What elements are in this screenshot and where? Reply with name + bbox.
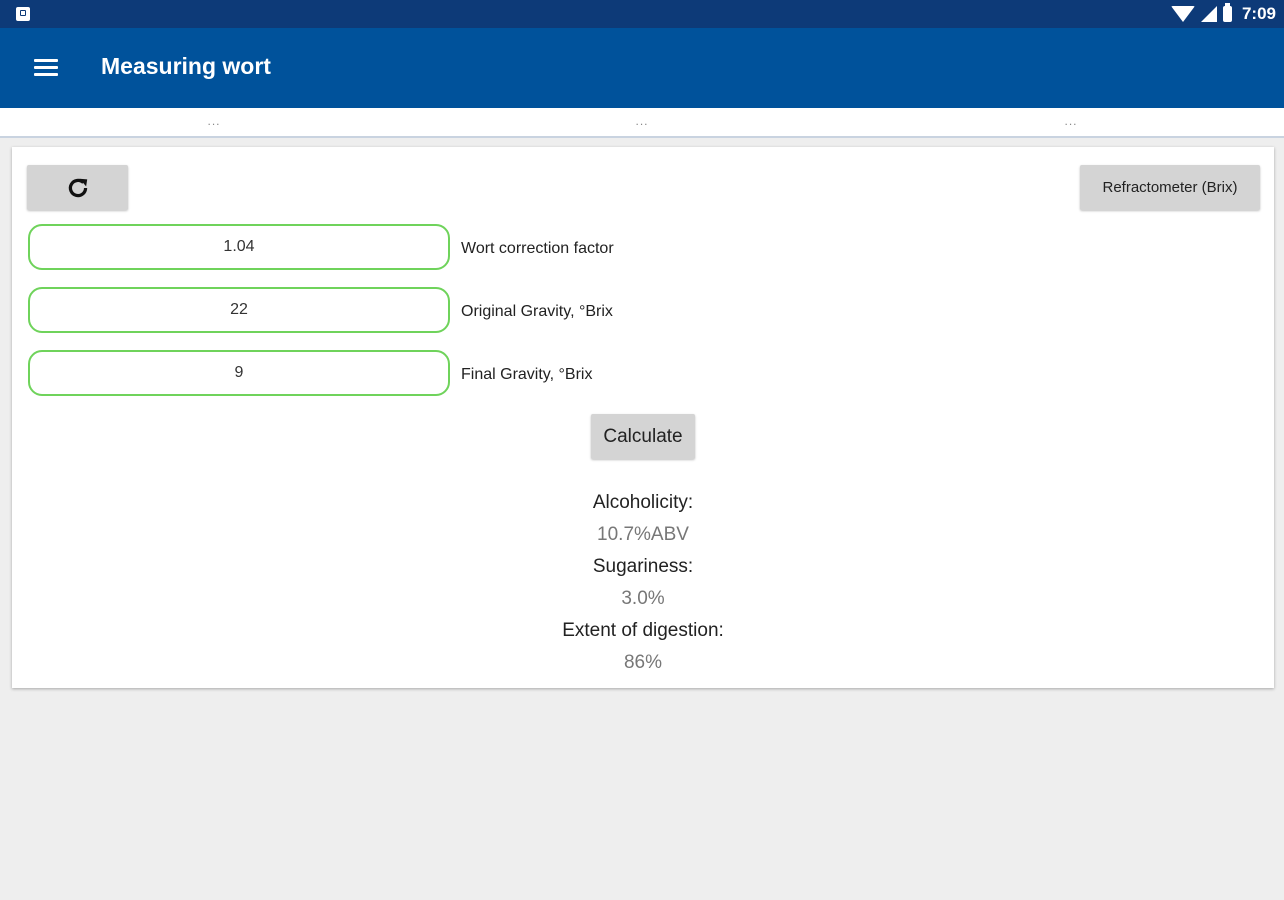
wort-correction-factor-label: Wort correction factor — [461, 240, 614, 257]
extent-of-digestion-label: Extent of digestion: — [562, 620, 724, 641]
extent-of-digestion-value: 86% — [623, 652, 663, 673]
notification-icon — [16, 7, 30, 21]
tab-strip: ... ... ... — [0, 108, 1284, 138]
tab-3[interactable]: ... — [1041, 114, 1101, 128]
alcoholicity-value: 10.7%ABV — [597, 524, 689, 545]
app-bar: Measuring wort — [0, 28, 1284, 108]
refresh-icon — [68, 178, 87, 197]
system-icons: 7:09 — [1170, 3, 1276, 24]
sugariness-value: 3.0% — [621, 588, 665, 609]
status-bar: 7:09 — [0, 0, 1284, 28]
final-gravity-label: Final Gravity, °Brix — [461, 366, 593, 383]
alcoholicity-label: Alcoholicity: — [592, 492, 694, 513]
tab-2[interactable]: ... — [612, 114, 672, 128]
tab-1[interactable]: ... — [184, 114, 244, 128]
wort-correction-factor-input[interactable] — [28, 224, 450, 270]
refresh-button[interactable] — [27, 165, 128, 210]
original-gravity-input[interactable] — [28, 287, 450, 333]
battery-icon — [1222, 3, 1232, 22]
original-gravity-label: Original Gravity, °Brix — [461, 303, 613, 320]
refractometer-mode-button[interactable]: Refractometer (Brix) — [1080, 165, 1260, 210]
status-time: 7:09 — [1241, 4, 1276, 23]
hamburger-menu-icon[interactable] — [22, 48, 70, 88]
wifi-icon — [1170, 6, 1195, 22]
calculator-card: Refractometer (Brix) Wort correction fac… — [12, 147, 1274, 688]
final-gravity-input[interactable] — [28, 350, 450, 396]
calculate-button[interactable]: Calculate — [591, 414, 695, 459]
sugariness-label: Sugariness: — [592, 556, 694, 577]
app-title: Measuring wort — [101, 53, 271, 79]
signal-icon — [1200, 6, 1217, 22]
